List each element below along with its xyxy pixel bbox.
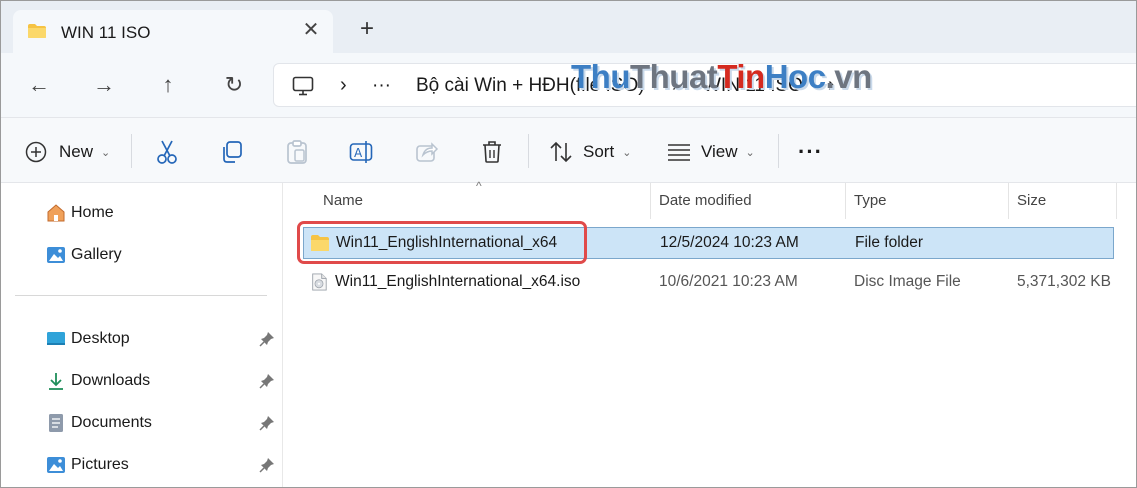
svg-text:A: A <box>354 146 363 160</box>
documents-icon <box>45 413 67 433</box>
desktop-icon <box>45 329 67 349</box>
highlight-annotation <box>297 221 587 264</box>
copy-icon <box>223 141 242 163</box>
pictures-icon <box>45 455 67 475</box>
watermark-text: Tin <box>717 58 765 95</box>
watermark-text: Thu <box>571 58 630 95</box>
navigation-bar: ← → ↑ ↻ › ··· Bộ cài Win + HĐH(file ISO)… <box>1 53 1136 117</box>
sidebar-item-label: Desktop <box>71 330 130 347</box>
delete-button[interactable] <box>481 136 503 168</box>
sort-button[interactable]: Sort ⌄ <box>549 136 631 168</box>
view-button[interactable]: View ⌄ <box>667 136 755 168</box>
view-list-icon <box>668 144 690 161</box>
sidebar-item-gallery[interactable]: Gallery <box>45 241 122 269</box>
refresh-button[interactable]: ↻ <box>220 71 248 99</box>
divider <box>528 134 529 168</box>
command-bar: New ⌄ A Sort ⌄ View ⌄ ··· <box>1 117 1136 183</box>
new-button[interactable]: New ⌄ <box>25 136 110 168</box>
sidebar-item-label: Downloads <box>71 372 151 389</box>
file-type: File folder <box>855 234 924 251</box>
table-row[interactable]: Win11_EnglishInternational_x64.iso 10/6/… <box>303 267 1114 299</box>
paste-button[interactable] <box>286 136 308 168</box>
navigation-pane: Home Gallery Desktop Downloads Documents… <box>1 183 283 487</box>
column-header-type[interactable]: Type <box>846 183 1009 219</box>
chevron-down-icon: ⌄ <box>101 146 111 159</box>
sidebar-item-desktop[interactable]: Desktop <box>45 325 130 353</box>
file-explorer-window: WIN 11 ISO ✕ + ← → ↑ ↻ › ··· Bộ cài Win … <box>0 0 1137 488</box>
tab-title: WIN 11 ISO <box>61 23 151 42</box>
home-icon <box>45 203 67 223</box>
scissors-icon <box>157 140 177 164</box>
share-button[interactable] <box>415 136 439 168</box>
watermark-text: .vn <box>825 58 873 95</box>
chevron-down-icon: ⌄ <box>745 146 755 159</box>
chevron-down-icon: ⌄ <box>622 146 632 159</box>
divider <box>778 134 779 168</box>
close-tab-icon[interactable]: ✕ <box>300 19 322 41</box>
column-header-date-modified[interactable]: Date modified <box>651 183 846 219</box>
up-button[interactable]: ↑ <box>154 71 182 99</box>
watermark-text: Hoc <box>764 58 826 95</box>
sidebar-item-label: Home <box>71 204 114 221</box>
breadcrumb-separator[interactable]: › <box>340 74 347 97</box>
pin-icon[interactable] <box>259 373 275 389</box>
sidebar-divider <box>15 295 267 296</box>
sidebar-item-label: Gallery <box>71 246 122 263</box>
sidebar-item-pictures[interactable]: Pictures <box>45 451 129 479</box>
sidebar-item-label: Pictures <box>71 456 129 473</box>
new-tab-button[interactable]: + <box>356 17 378 41</box>
column-header-name[interactable]: Name <box>315 183 651 219</box>
this-pc-icon <box>292 76 314 96</box>
sidebar-item-downloads[interactable]: Downloads <box>45 367 150 395</box>
tab-strip: WIN 11 ISO ✕ + <box>1 1 1136 54</box>
file-size: 5,371,302 KB <box>1017 273 1111 290</box>
more-options-button[interactable]: ··· <box>798 136 823 168</box>
plus-circle-icon <box>25 141 47 163</box>
share-icon <box>416 142 439 162</box>
download-icon <box>45 371 67 391</box>
view-label: View <box>701 142 738 161</box>
disc-image-icon <box>312 273 327 291</box>
new-label: New <box>59 142 94 161</box>
watermark-logo: ThuThuatTinHoc.vn <box>571 58 872 96</box>
file-name: Win11_EnglishInternational_x64.iso <box>335 273 581 290</box>
sidebar-item-home[interactable]: Home <box>45 199 114 227</box>
file-type: Disc Image File <box>854 273 961 290</box>
divider <box>131 134 132 168</box>
pin-icon[interactable] <box>259 415 275 431</box>
breadcrumb-overflow[interactable]: ··· <box>372 75 391 97</box>
tab-win11-iso[interactable]: WIN 11 ISO ✕ <box>13 10 333 54</box>
copy-button[interactable] <box>220 136 244 168</box>
sidebar-item-documents[interactable]: Documents <box>45 409 152 437</box>
rename-button[interactable]: A <box>349 136 375 168</box>
file-date-modified: 10/6/2021 10:23 AM <box>659 273 798 290</box>
file-date-modified: 12/5/2024 10:23 AM <box>660 234 799 251</box>
rename-icon: A <box>349 141 373 163</box>
gallery-icon <box>45 245 67 265</box>
file-list: ^ Name Date modified Type Size Win11_Eng… <box>283 179 1136 487</box>
sort-icon <box>550 141 572 163</box>
paste-icon <box>287 140 307 164</box>
cut-button[interactable] <box>155 136 179 168</box>
column-header-size[interactable]: Size <box>1009 183 1117 219</box>
sort-label: Sort <box>583 142 615 161</box>
watermark-text: Thuat <box>629 58 718 95</box>
sidebar-item-label: Documents <box>71 414 152 431</box>
folder-icon <box>28 24 46 38</box>
pin-icon[interactable] <box>259 457 275 473</box>
trash-icon <box>483 141 501 163</box>
forward-button[interactable]: → <box>90 71 118 99</box>
back-button[interactable]: ← <box>25 71 53 99</box>
pin-icon[interactable] <box>259 331 275 347</box>
